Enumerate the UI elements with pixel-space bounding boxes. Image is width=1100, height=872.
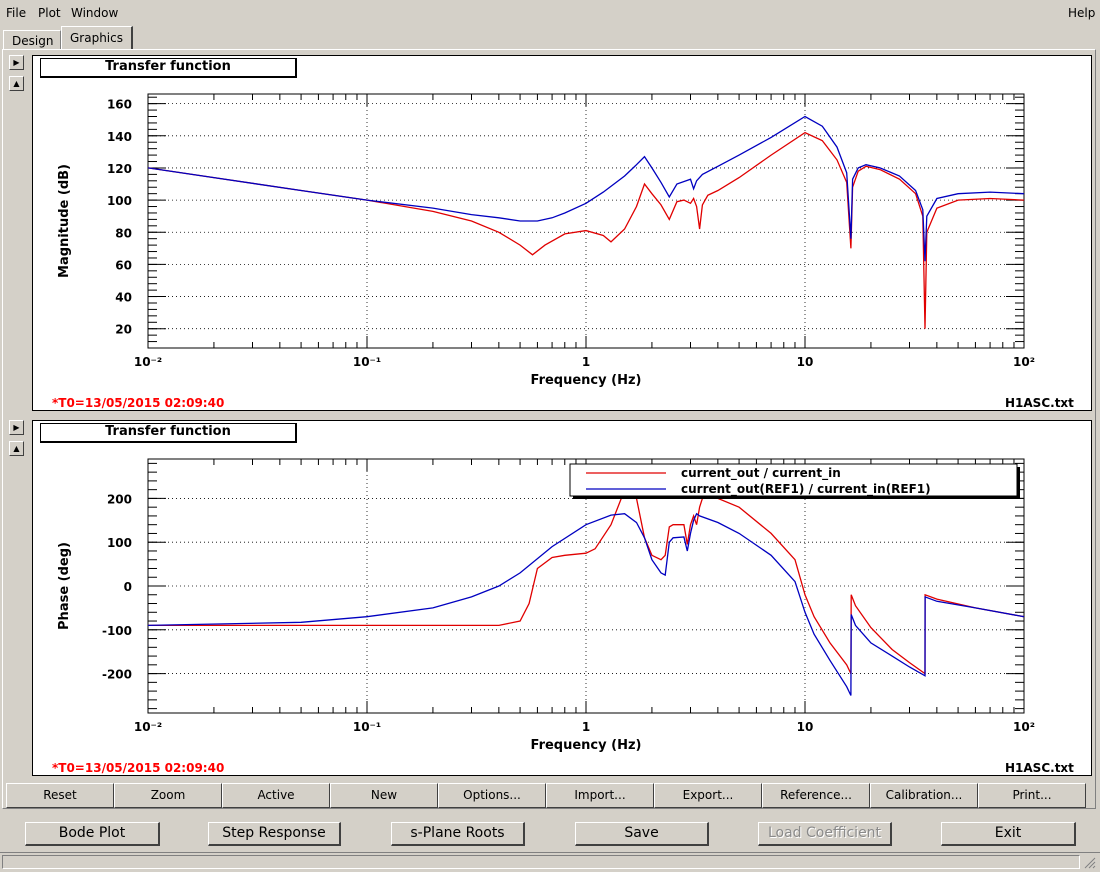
x-tick-label: 10⁻²	[134, 355, 162, 369]
y-tick-label: 60	[115, 258, 132, 272]
menu-bar: File Plot Window Help	[0, 0, 1100, 26]
y-tick-label: 80	[115, 226, 132, 240]
y-tick-label: 140	[107, 130, 132, 144]
series-line-2	[148, 512, 1024, 696]
toolbar-button-calibration[interactable]: Calibration...	[870, 783, 978, 808]
y-tick-label: -100	[102, 624, 132, 638]
y-tick-label: 160	[107, 98, 132, 112]
y-tick-label: 20	[115, 323, 132, 337]
toolbar-button-print[interactable]: Print...	[978, 783, 1086, 808]
toolbar-button-active[interactable]: Active	[222, 783, 330, 808]
y-tick-label: 40	[115, 291, 132, 305]
x-tick-label: 1	[582, 720, 590, 734]
x-tick-label: 10²	[1013, 355, 1035, 369]
toolbar-button-zoom[interactable]: Zoom	[114, 783, 222, 808]
toolbar-button-export[interactable]: Export...	[654, 783, 762, 808]
resize-grip-icon	[1084, 857, 1096, 869]
phase-chart[interactable]: -200 -100 0 100 200 10⁻² 10⁻¹ 1 10 10² Frequency (…	[32, 420, 1092, 776]
y-tick-label: 120	[107, 162, 132, 176]
collapse-arrow-icon[interactable]: ▲	[9, 441, 24, 456]
legend-entry-1: current_out / current_in	[681, 466, 841, 481]
x-tick-label: 10⁻²	[134, 720, 162, 734]
x-tick-label: 1	[582, 355, 590, 369]
tab-design[interactable]: Design	[3, 30, 61, 50]
legend-entry-2: current_out(REF1) / current_in(REF1)	[681, 482, 931, 497]
x-axis-label: Frequency (Hz)	[531, 373, 642, 388]
x-tick-label: 10⁻¹	[353, 720, 381, 734]
status-bar	[0, 852, 1100, 870]
y-axis-label: Phase (deg)	[57, 542, 72, 630]
step-response-button[interactable]: Step Response	[208, 822, 341, 846]
toolbar-button-reference[interactable]: Reference...	[762, 783, 870, 808]
y-tick-label: 200	[107, 492, 132, 506]
bode-plot-button[interactable]: Bode Plot	[25, 822, 160, 846]
collapse-arrow-icon[interactable]: ▲	[9, 76, 24, 91]
t0-timestamp: *T0=13/05/2015 02:09:40	[52, 761, 225, 775]
status-cell	[2, 855, 1080, 869]
toolbar-button-import[interactable]: Import...	[546, 783, 654, 808]
x-tick-label: 10	[797, 720, 814, 734]
filename-label: H1ASC.txt	[1005, 761, 1074, 775]
y-axis-label: Magnitude (dB)	[57, 164, 72, 278]
x-tick-label: 10	[797, 355, 814, 369]
filename-label: H1ASC.txt	[1005, 396, 1074, 410]
resize-grip-icon[interactable]	[1082, 855, 1096, 869]
menu-plot[interactable]: Plot	[38, 6, 61, 20]
toolbar-button-reset[interactable]: Reset	[6, 783, 114, 808]
expand-arrow-icon[interactable]: ▶	[9, 55, 24, 70]
x-tick-label: 10²	[1013, 720, 1035, 734]
menu-file[interactable]: File	[6, 6, 26, 20]
magnitude-chart[interactable]: 20 40 60 80 100 120 140 160 10⁻² 10⁻¹ 1 10 10² Freque…	[32, 55, 1092, 411]
toolbar-button-options[interactable]: Options...	[438, 783, 546, 808]
expand-arrow-icon[interactable]: ▶	[9, 420, 24, 435]
x-axis-label: Frequency (Hz)	[531, 738, 642, 753]
exit-button[interactable]: Exit	[941, 822, 1076, 846]
plot-area-frame	[147, 93, 1025, 349]
x-tick-label: 10⁻¹	[353, 355, 381, 369]
y-tick-label: 0	[124, 580, 132, 594]
t0-timestamp: *T0=13/05/2015 02:09:40	[52, 396, 225, 410]
save-button[interactable]: Save	[575, 822, 709, 846]
s-plane-roots-button[interactable]: s-Plane Roots	[391, 822, 525, 846]
load-coefficient-button: Load Coefficient	[758, 822, 892, 846]
menu-help[interactable]: Help	[1068, 6, 1095, 20]
y-tick-label: 100	[107, 194, 132, 208]
toolbar-button-new[interactable]: New	[330, 783, 438, 808]
y-tick-label: -200	[102, 668, 132, 682]
y-tick-label: 100	[107, 536, 132, 550]
tab-graphics[interactable]: Graphics	[61, 26, 133, 50]
menu-window[interactable]: Window	[71, 6, 118, 20]
